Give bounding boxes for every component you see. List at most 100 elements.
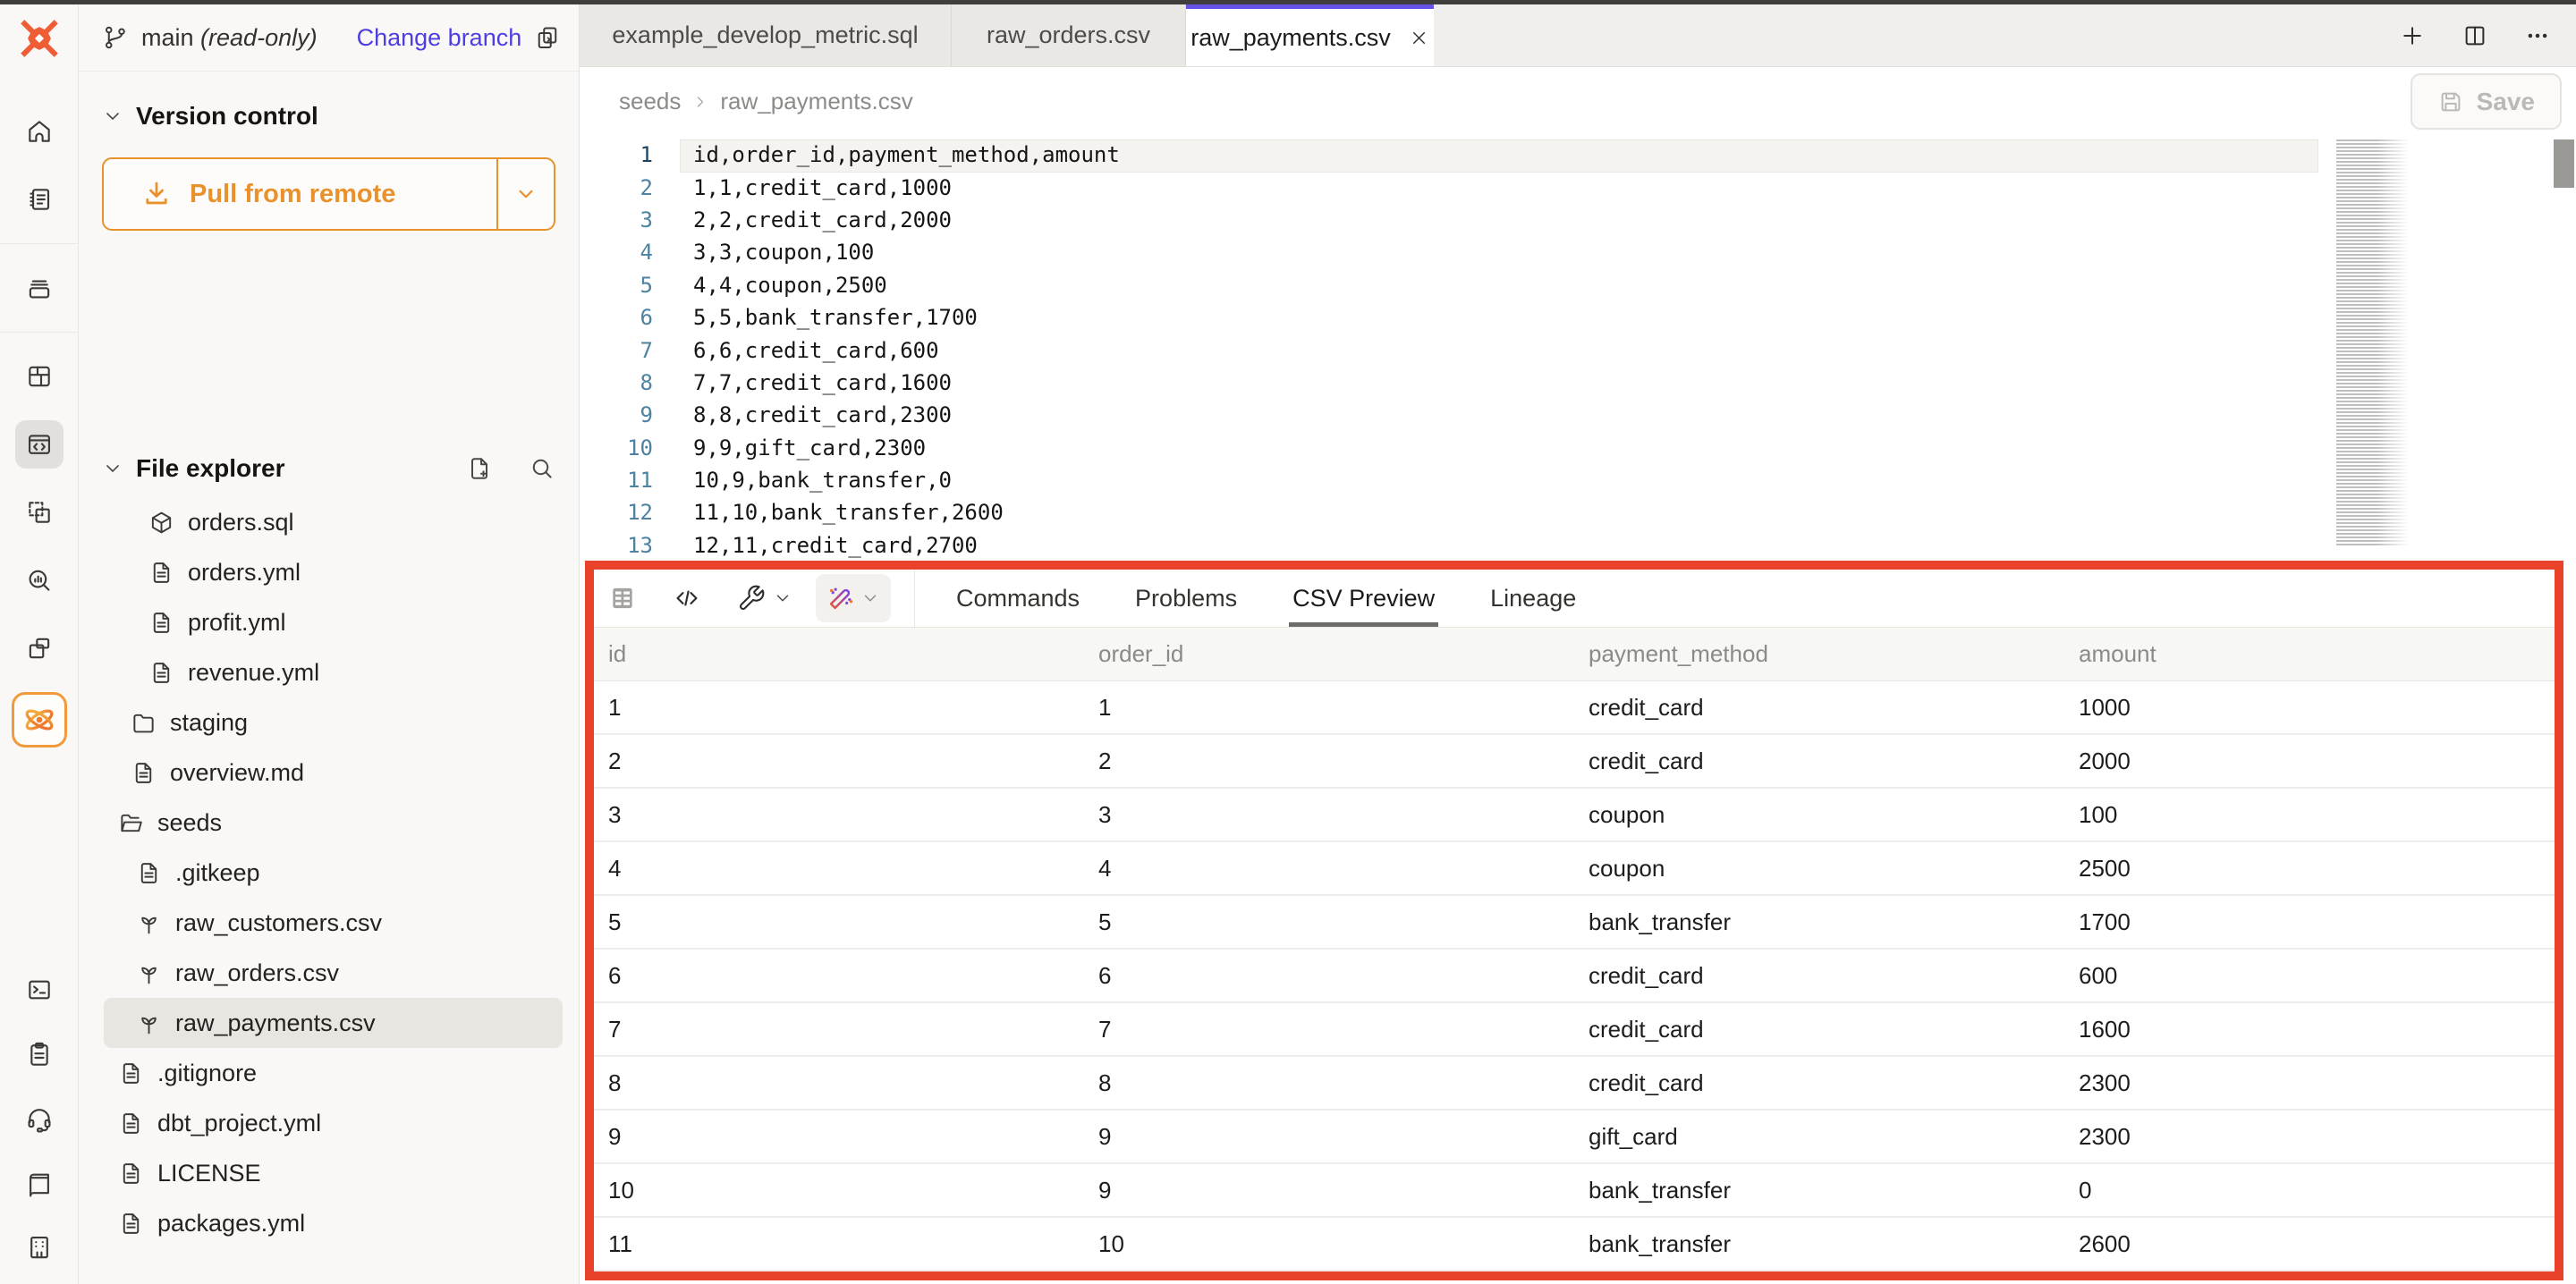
file-item-dbt-project-yml[interactable]: dbt_project.yml xyxy=(79,1098,579,1148)
branch-mode: (read-only) xyxy=(200,24,318,51)
tab-lineage[interactable]: Lineage xyxy=(1490,570,1576,627)
folder-item-seeds[interactable]: seeds xyxy=(79,798,579,848)
minimap[interactable] xyxy=(2336,139,2413,547)
code-editor-icon[interactable] xyxy=(15,420,64,469)
sidebar: main (read-only) Change branch Version c… xyxy=(79,4,580,1284)
file-item-gitkeep[interactable]: .gitkeep xyxy=(79,848,579,898)
home-icon[interactable] xyxy=(15,107,64,156)
ai-assist-button[interactable] xyxy=(816,574,891,622)
dashboard-icon[interactable] xyxy=(15,352,64,401)
save-label: Save xyxy=(2477,88,2535,116)
model-cube-icon xyxy=(148,510,174,536)
results-table-icon[interactable] xyxy=(608,584,637,612)
editor-scrollbar-thumb[interactable] xyxy=(2554,139,2574,188)
build-tools-icon[interactable] xyxy=(737,584,766,612)
file-item-gitignore[interactable]: .gitignore xyxy=(79,1048,579,1098)
table-row: 33coupon100 xyxy=(594,789,2555,842)
file-item-raw-customers-csv[interactable]: raw_customers.csv xyxy=(79,898,579,948)
activity-bar xyxy=(0,0,79,1284)
breadcrumb-folder[interactable]: seeds xyxy=(619,88,681,115)
file-icon xyxy=(136,860,162,886)
atom-ai-icon[interactable] xyxy=(12,692,67,748)
breadcrumb-bar: seeds raw_payments.csv Save xyxy=(580,67,2576,136)
file-explorer-header[interactable]: File explorer xyxy=(79,454,579,483)
table-row: 88credit_card2300 xyxy=(594,1057,2555,1111)
search-insights-icon[interactable] xyxy=(15,556,64,604)
chevron-down-icon xyxy=(102,106,123,127)
code-line: 21,1,credit_card,1000 xyxy=(580,171,2576,203)
csv-header-row: id order_id payment_method amount xyxy=(594,628,2555,681)
save-button[interactable]: Save xyxy=(2411,73,2562,130)
code-editor[interactable]: 1id,order_id,payment_method,amount 21,1,… xyxy=(580,136,2576,561)
tab-raw-orders-csv[interactable]: raw_orders.csv xyxy=(952,4,1186,66)
seed-icon xyxy=(136,960,162,986)
code-line: 32,2,credit_card,2000 xyxy=(580,204,2576,236)
activity-separator xyxy=(0,332,79,333)
table-row: 11credit_card1000 xyxy=(594,681,2555,735)
file-item-orders-sql[interactable]: orders.sql xyxy=(79,497,579,547)
tab-problems[interactable]: Problems xyxy=(1135,570,1237,627)
branch-name: main (read-only) xyxy=(141,24,318,52)
folder-item-staging[interactable]: staging xyxy=(79,697,579,748)
terminal-icon[interactable] xyxy=(15,966,64,1014)
code-line: 54,4,coupon,2500 xyxy=(580,269,2576,301)
file-icon xyxy=(131,760,157,786)
version-control-title: Version control xyxy=(136,102,318,131)
file-item-revenue-yml[interactable]: revenue.yml xyxy=(79,647,579,697)
tab-csv-preview[interactable]: CSV Preview xyxy=(1292,570,1435,627)
column-header-order-id: order_id xyxy=(1084,628,1574,680)
new-file-icon[interactable] xyxy=(466,455,493,482)
tab-raw-payments-csv[interactable]: raw_payments.csv xyxy=(1186,4,1434,66)
selection-frame-icon[interactable] xyxy=(15,488,64,536)
seed-icon xyxy=(136,910,162,936)
file-explorer-title: File explorer xyxy=(136,454,285,483)
toolbar-divider xyxy=(914,570,915,627)
code-line: 65,5,bank_transfer,1700 xyxy=(580,301,2576,334)
tab-example-develop-metric-sql[interactable]: example_develop_metric.sql xyxy=(580,4,952,66)
archive-icon[interactable] xyxy=(15,264,64,312)
tab-commands[interactable]: Commands xyxy=(956,570,1080,627)
search-icon[interactable] xyxy=(529,455,555,482)
chevron-down-icon[interactable] xyxy=(773,588,792,608)
version-control-header[interactable]: Version control xyxy=(79,102,579,131)
code-line: 1211,10,bank_transfer,2600 xyxy=(580,496,2576,528)
file-item-orders-yml[interactable]: orders.yml xyxy=(79,547,579,597)
table-row: 44coupon2500 xyxy=(594,842,2555,896)
change-branch-link[interactable]: Change branch xyxy=(357,24,522,52)
notebook-icon[interactable] xyxy=(15,175,64,224)
file-item-overview-md[interactable]: overview.md xyxy=(79,748,579,798)
book-icon[interactable] xyxy=(15,1159,64,1207)
code-view-icon[interactable] xyxy=(673,584,701,612)
building-icon[interactable] xyxy=(15,1223,64,1271)
pull-from-remote-main[interactable]: Pull from remote xyxy=(104,159,496,229)
close-tab-icon[interactable] xyxy=(1409,28,1429,48)
dbt-logo-icon xyxy=(17,16,62,61)
multi-window-icon[interactable] xyxy=(15,624,64,672)
file-icon xyxy=(148,610,174,636)
file-item-profit-yml[interactable]: profit.yml xyxy=(79,597,579,647)
split-editor-icon[interactable] xyxy=(2462,22,2488,49)
code-line: 109,9,gift_card,2300 xyxy=(580,432,2576,464)
file-item-license[interactable]: LICENSE xyxy=(79,1148,579,1198)
file-item-packages-yml[interactable]: packages.yml xyxy=(79,1198,579,1248)
code-line: 98,8,credit_card,2300 xyxy=(580,399,2576,431)
download-icon xyxy=(141,179,172,209)
tab-bar-actions xyxy=(2399,4,2576,66)
table-row: 55bank_transfer1700 xyxy=(594,896,2555,950)
table-row: 109bank_transfer0 xyxy=(594,1164,2555,1218)
clipboard-icon[interactable] xyxy=(15,1030,64,1078)
breadcrumb-file[interactable]: raw_payments.csv xyxy=(720,88,912,115)
file-icon xyxy=(118,1211,144,1237)
editor-tab-bar: example_develop_metric.sql raw_orders.cs… xyxy=(580,4,2576,67)
pull-options-caret[interactable] xyxy=(496,159,554,229)
chevron-down-icon xyxy=(860,588,880,608)
code-line: 87,7,credit_card,1600 xyxy=(580,367,2576,399)
magic-pen-icon xyxy=(826,584,855,612)
table-row: 22credit_card2000 xyxy=(594,735,2555,789)
headset-icon[interactable] xyxy=(15,1094,64,1143)
file-item-raw-orders-csv[interactable]: raw_orders.csv xyxy=(79,948,579,998)
file-item-raw-payments-csv[interactable]: raw_payments.csv xyxy=(104,998,563,1048)
copy-branch-icon[interactable] xyxy=(534,24,561,51)
new-tab-icon[interactable] xyxy=(2399,22,2426,49)
more-options-icon[interactable] xyxy=(2524,22,2551,49)
